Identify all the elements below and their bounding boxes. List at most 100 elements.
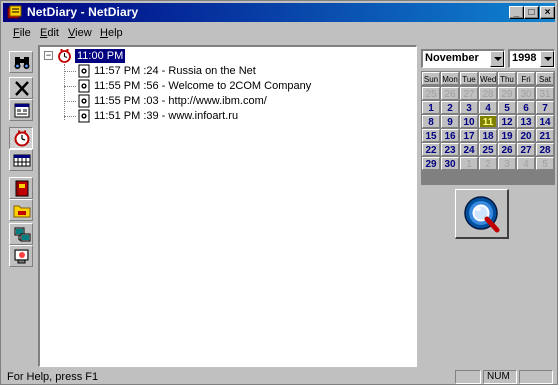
tree-branch-line bbox=[64, 71, 76, 72]
menu-view-label: iew bbox=[75, 27, 92, 39]
folder-button[interactable] bbox=[9, 199, 33, 221]
calendar-day[interactable]: 20 bbox=[517, 129, 535, 142]
calendar-day[interactable]: 25 bbox=[422, 87, 440, 100]
tree-root-label: 11:00 PM bbox=[75, 49, 126, 63]
calendar-day[interactable]: 14 bbox=[536, 115, 554, 128]
calendar-day[interactable]: 22 bbox=[422, 143, 440, 156]
calendar-day[interactable]: 3 bbox=[460, 101, 478, 114]
close-button[interactable]: × bbox=[540, 6, 555, 19]
calendar-day[interactable]: 4 bbox=[517, 157, 535, 170]
calendar-day[interactable]: 31 bbox=[536, 87, 554, 100]
folder-icon bbox=[13, 205, 31, 218]
weekday-header: Wed bbox=[479, 72, 497, 85]
calendar-day[interactable]: 11 bbox=[479, 115, 497, 128]
web-search-launch-button[interactable] bbox=[455, 189, 509, 239]
calendar-day[interactable]: 5 bbox=[536, 157, 554, 170]
weekday-header: Sun bbox=[422, 72, 440, 85]
calendar-day[interactable]: 30 bbox=[517, 87, 535, 100]
properties-icon bbox=[14, 103, 30, 118]
window-title: NetDiary - NetDiary bbox=[27, 5, 139, 19]
calendar-day[interactable]: 30 bbox=[441, 157, 459, 170]
calendar-day[interactable]: 21 bbox=[536, 129, 554, 142]
status-panel-scroll bbox=[519, 370, 553, 384]
menu-view[interactable]: View bbox=[68, 27, 92, 39]
network-icon bbox=[14, 227, 31, 242]
web-page-icon bbox=[78, 94, 90, 108]
calendar-day[interactable]: 29 bbox=[498, 87, 516, 100]
status-help-text: For Help, press F1 bbox=[7, 371, 99, 383]
menu-edit-label: dit bbox=[47, 27, 59, 39]
delete-button[interactable] bbox=[9, 77, 33, 99]
calendar-day[interactable]: 2 bbox=[441, 101, 459, 114]
clock-icon bbox=[14, 130, 30, 147]
calendar-day[interactable]: 24 bbox=[460, 143, 478, 156]
weekday-header: Thu bbox=[498, 72, 516, 85]
calendar-day[interactable]: 27 bbox=[460, 87, 478, 100]
app-icon[interactable] bbox=[7, 5, 23, 20]
calendar-day[interactable]: 18 bbox=[479, 129, 497, 142]
month-select[interactable]: November bbox=[421, 49, 505, 68]
calendar-day[interactable]: 29 bbox=[422, 157, 440, 170]
time-view-button[interactable] bbox=[9, 127, 33, 149]
calendar-day[interactable]: 25 bbox=[479, 143, 497, 156]
list-view-icon bbox=[13, 154, 31, 167]
calendar-day[interactable]: 27 bbox=[517, 143, 535, 156]
year-value: 1998 bbox=[512, 52, 537, 64]
minimize-button[interactable]: _ bbox=[509, 6, 524, 19]
calendar-day[interactable]: 3 bbox=[498, 157, 516, 170]
calendar-day[interactable]: 26 bbox=[498, 143, 516, 156]
collapse-toggle[interactable]: − bbox=[44, 51, 53, 60]
calendar-day[interactable]: 23 bbox=[441, 143, 459, 156]
weekday-header: Sat bbox=[536, 72, 554, 85]
calendar-day[interactable]: 28 bbox=[479, 87, 497, 100]
globe-magnifier-icon bbox=[464, 196, 500, 233]
calendar-day[interactable]: 16 bbox=[441, 129, 459, 142]
calendar-day[interactable]: 9 bbox=[441, 115, 459, 128]
calendar-day[interactable]: 17 bbox=[460, 129, 478, 142]
red-book-icon bbox=[15, 180, 29, 197]
calendar-day[interactable]: 4 bbox=[479, 101, 497, 114]
delete-x-icon bbox=[15, 81, 29, 96]
web-page-icon bbox=[78, 79, 90, 93]
menu-bar: File Edit View Help bbox=[3, 24, 555, 42]
menu-help-accel: H bbox=[100, 27, 108, 39]
calendar-day[interactable]: 5 bbox=[498, 101, 516, 114]
calendar-day[interactable]: 6 bbox=[517, 101, 535, 114]
menu-help[interactable]: Help bbox=[100, 27, 123, 39]
title-bar[interactable]: NetDiary - NetDiary _ □ × bbox=[3, 3, 555, 22]
diary-button[interactable] bbox=[9, 177, 33, 199]
calendar-day[interactable]: 2 bbox=[479, 157, 497, 170]
status-panel-caps bbox=[455, 370, 481, 384]
list-view-button[interactable] bbox=[9, 149, 33, 171]
web-search-button[interactable] bbox=[9, 245, 33, 267]
calendar-day[interactable]: 1 bbox=[460, 157, 478, 170]
calendar-day[interactable]: 8 bbox=[422, 115, 440, 128]
maximize-button[interactable]: □ bbox=[524, 6, 539, 19]
properties-button[interactable] bbox=[9, 99, 33, 121]
weekday-header: Fri bbox=[517, 72, 535, 85]
network-button[interactable] bbox=[9, 223, 33, 245]
tree-item-label: 11:51 PM :39 - www.infoart.ru bbox=[94, 110, 239, 122]
find-button[interactable] bbox=[9, 51, 33, 73]
calendar-day[interactable]: 1 bbox=[422, 101, 440, 114]
chevron-down-icon[interactable] bbox=[540, 51, 554, 67]
menu-help-label: elp bbox=[107, 27, 123, 39]
year-select[interactable]: 1998 bbox=[508, 49, 555, 68]
tree-branch-line bbox=[64, 116, 76, 117]
calendar-day[interactable]: 10 bbox=[460, 115, 478, 128]
calendar-day[interactable]: 15 bbox=[422, 129, 440, 142]
calendar-day[interactable]: 12 bbox=[498, 115, 516, 128]
history-tree[interactable]: − 11:00 PM 11:57 PM :24 - Russia on the … bbox=[38, 45, 417, 367]
calendar-day[interactable]: 7 bbox=[536, 101, 554, 114]
web-search-icon bbox=[14, 249, 29, 264]
chevron-down-icon[interactable] bbox=[490, 51, 504, 67]
tree-branch-line bbox=[64, 101, 76, 102]
menu-file[interactable]: File bbox=[13, 27, 31, 39]
calendar-day[interactable]: 13 bbox=[517, 115, 535, 128]
menu-edit[interactable]: Edit bbox=[40, 27, 59, 39]
calendar-day[interactable]: 28 bbox=[536, 143, 554, 156]
calendar-day[interactable]: 19 bbox=[498, 129, 516, 142]
month-calendar: Sun Mon Tue Wed Thu Fri Sat 25 26 27 28 29 30 31 1 2 3 4 5… bbox=[421, 71, 555, 185]
tree-branch-line bbox=[64, 86, 76, 87]
calendar-day[interactable]: 26 bbox=[441, 87, 459, 100]
